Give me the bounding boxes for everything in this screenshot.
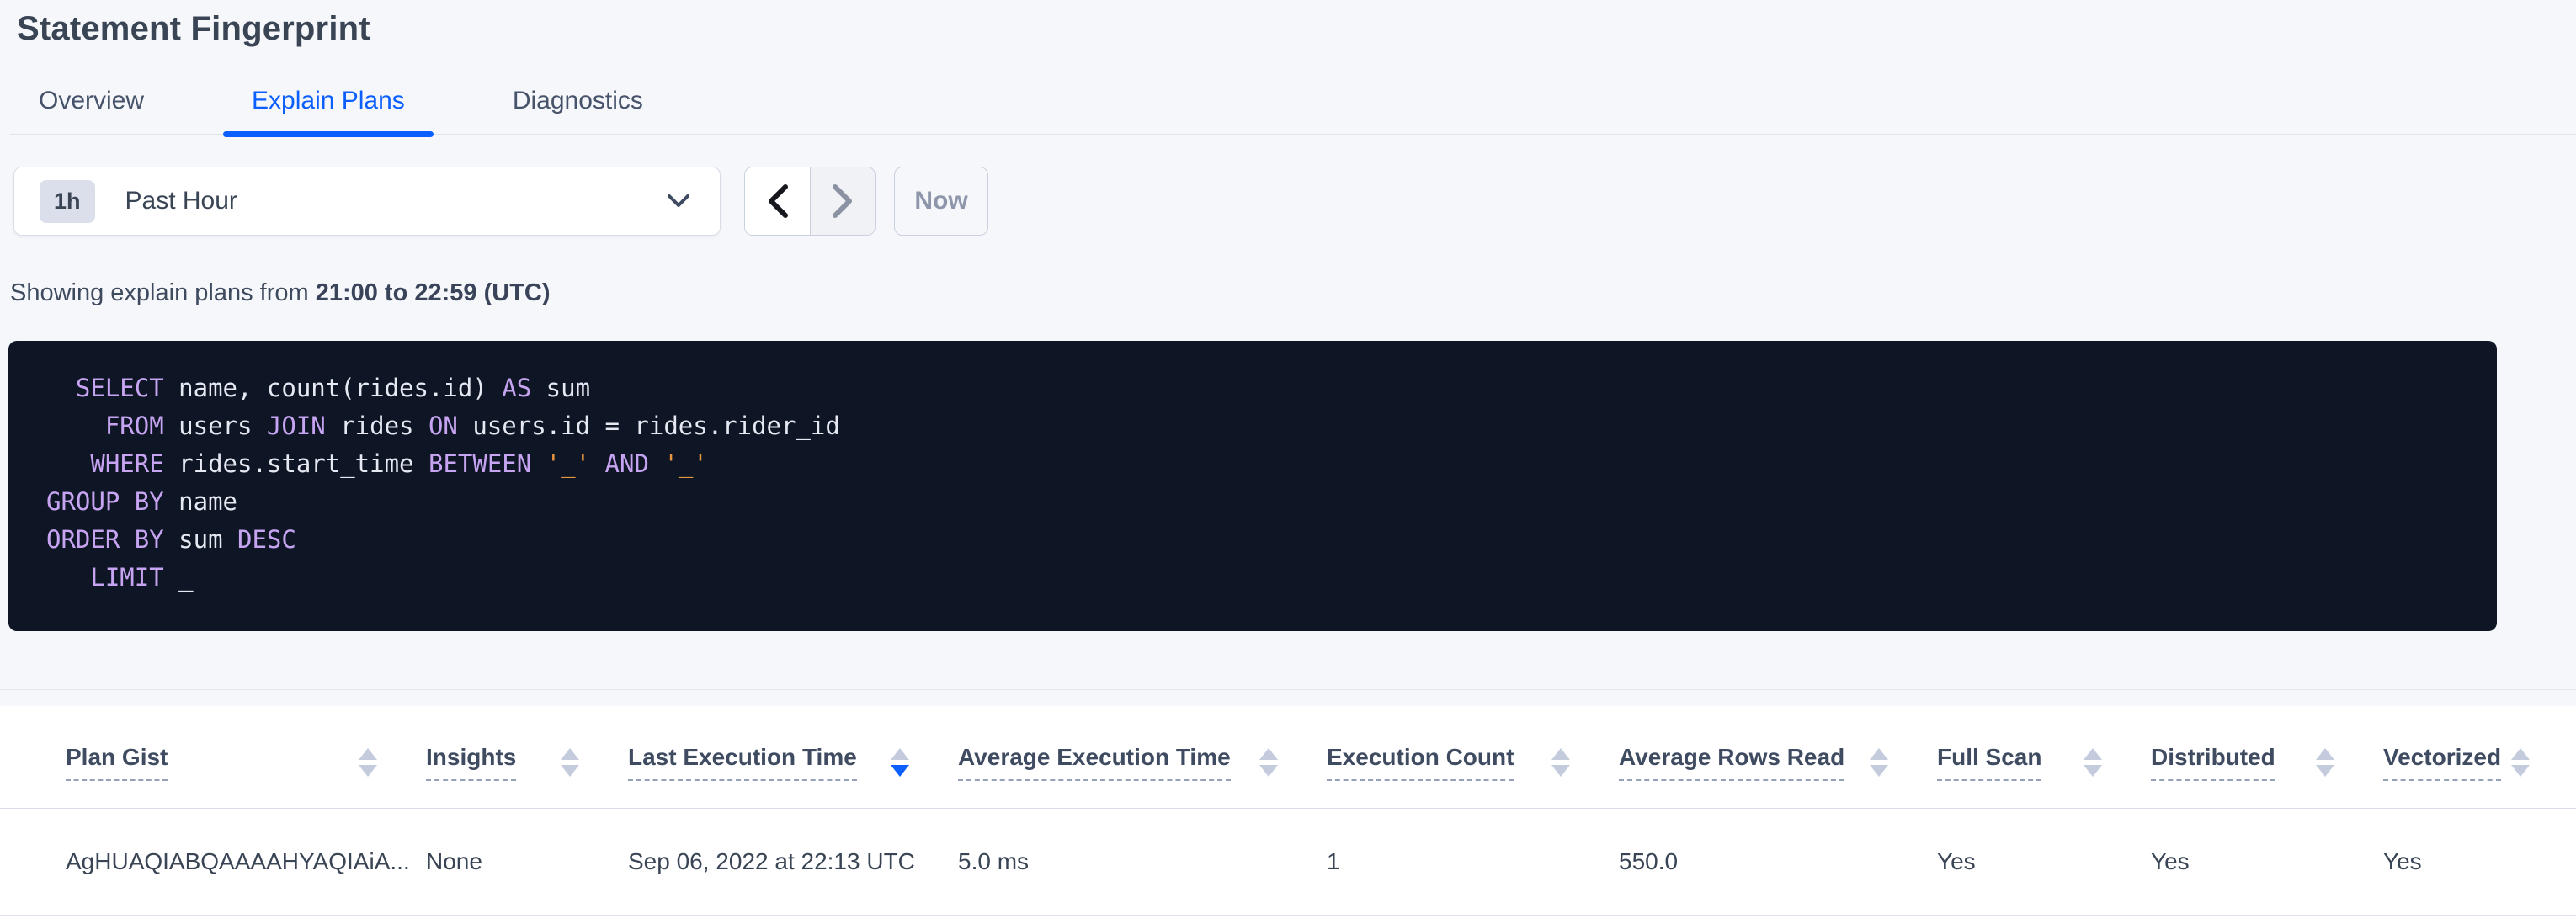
- column-label[interactable]: Plan Gist: [66, 744, 168, 781]
- column-header-plan-gist: Plan Gist: [0, 706, 426, 808]
- table-header-row: Plan Gist Insights Last Execution Time Aver…: [0, 706, 2576, 808]
- tab-label: Overview: [39, 87, 144, 114]
- sql-line: WHERE rides.start_time BETWEEN '_' AND '…: [46, 445, 2463, 483]
- sql-line: FROM users JOIN rides ON users.id = ride…: [46, 407, 2463, 445]
- chevron-right-icon: [832, 183, 854, 219]
- column-label[interactable]: Vectorized: [2383, 744, 2501, 781]
- tab-label: Explain Plans: [252, 87, 405, 114]
- page-title: Statement Fingerprint: [17, 10, 2576, 48]
- sort-icon[interactable]: [2511, 748, 2530, 777]
- time-range-summary: Showing explain plans from 21:00 to 22:5…: [10, 279, 2576, 307]
- column-label[interactable]: Insights: [426, 744, 516, 781]
- sql-line: ORDER BY sum DESC: [46, 521, 2463, 559]
- spacer: [0, 631, 2576, 689]
- sql-line: LIMIT _: [46, 559, 2463, 597]
- cell-last-execution-time: Sep 06, 2022 at 22:13 UTC: [628, 808, 958, 915]
- spacer: [0, 690, 2576, 706]
- column-header-execution-count: Execution Count: [1327, 706, 1619, 808]
- cell-vectorized: Yes: [2383, 808, 2576, 915]
- time-controls: 1h Past Hour Now: [13, 167, 2576, 236]
- sql-line: SELECT name, count(rides.id) AS sum: [46, 369, 2463, 407]
- cell-execution-count: 1: [1327, 808, 1619, 915]
- time-range-nav: [744, 167, 876, 236]
- sort-icon[interactable]: [891, 748, 909, 777]
- column-header-insights: Insights: [426, 706, 628, 808]
- column-header-average-execution-time: Average Execution Time: [958, 706, 1327, 808]
- cell-average-execution-time: 5.0 ms: [958, 808, 1327, 915]
- active-tab-underline: [223, 131, 434, 137]
- column-header-full-scan: Full Scan: [1937, 706, 2151, 808]
- column-header-average-rows-read: Average Rows Read: [1619, 706, 1937, 808]
- column-label[interactable]: Full Scan: [1937, 744, 2041, 781]
- sort-icon[interactable]: [1870, 748, 1888, 777]
- column-label[interactable]: Last Execution Time: [628, 744, 857, 781]
- table-row: AgHUAQIABQAAAAHYAQIAiA...NoneSep 06, 202…: [0, 808, 2576, 915]
- column-label[interactable]: Execution Count: [1327, 744, 1514, 781]
- column-header-vectorized: Vectorized: [2383, 706, 2576, 808]
- column-label[interactable]: Distributed: [2151, 744, 2275, 781]
- tab-label: Diagnostics: [513, 87, 643, 114]
- column-label[interactable]: Average Execution Time: [958, 744, 1231, 781]
- sql-code-block: SELECT name, count(rides.id) AS sum FROM…: [8, 341, 2497, 631]
- cell-full-scan: Yes: [1937, 808, 2151, 915]
- tab-diagnostics[interactable]: Diagnostics: [484, 61, 672, 134]
- sort-icon[interactable]: [1551, 748, 1570, 777]
- explain-plans-table: Plan Gist Insights Last Execution Time Aver…: [0, 706, 2576, 916]
- cell-distributed: Yes: [2151, 808, 2383, 915]
- explain-plans-table-card: Plan Gist Insights Last Execution Time Aver…: [0, 706, 2576, 924]
- table-body: AgHUAQIABQAAAAHYAQIAiA...NoneSep 06, 202…: [0, 808, 2576, 915]
- time-range-label: Past Hour: [125, 187, 668, 215]
- sort-icon[interactable]: [561, 748, 579, 777]
- chevron-left-icon: [767, 183, 789, 219]
- sort-icon[interactable]: [2316, 748, 2334, 777]
- tab-overview[interactable]: Overview: [10, 61, 173, 134]
- summary-prefix: Showing explain plans from: [10, 279, 316, 306]
- tabs: Overview Explain Plans Diagnostics: [10, 61, 2576, 135]
- page-header: Statement Fingerprint: [17, 10, 2576, 48]
- column-header-last-execution-time: Last Execution Time: [628, 706, 958, 808]
- next-time-button[interactable]: [810, 167, 875, 235]
- sql-line: GROUP BY name: [46, 483, 2463, 521]
- cell-insights: None: [426, 808, 628, 915]
- summary-range: 21:00 to 22:59 (UTC): [316, 279, 551, 306]
- sort-icon[interactable]: [2084, 748, 2102, 777]
- cell-plan-gist[interactable]: AgHUAQIABQAAAAHYAQIAiA...: [0, 808, 426, 915]
- chevron-down-icon: [668, 194, 689, 208]
- sort-icon[interactable]: [359, 748, 377, 777]
- sort-icon[interactable]: [1259, 748, 1278, 777]
- cell-average-rows-read: 550.0: [1619, 808, 1937, 915]
- time-range-select[interactable]: 1h Past Hour: [13, 167, 721, 236]
- prev-time-button[interactable]: [745, 167, 810, 235]
- now-button[interactable]: Now: [894, 167, 988, 236]
- column-header-distributed: Distributed: [2151, 706, 2383, 808]
- time-range-badge: 1h: [40, 180, 95, 223]
- column-label[interactable]: Average Rows Read: [1619, 744, 1844, 781]
- tab-explain-plans[interactable]: Explain Plans: [223, 61, 434, 134]
